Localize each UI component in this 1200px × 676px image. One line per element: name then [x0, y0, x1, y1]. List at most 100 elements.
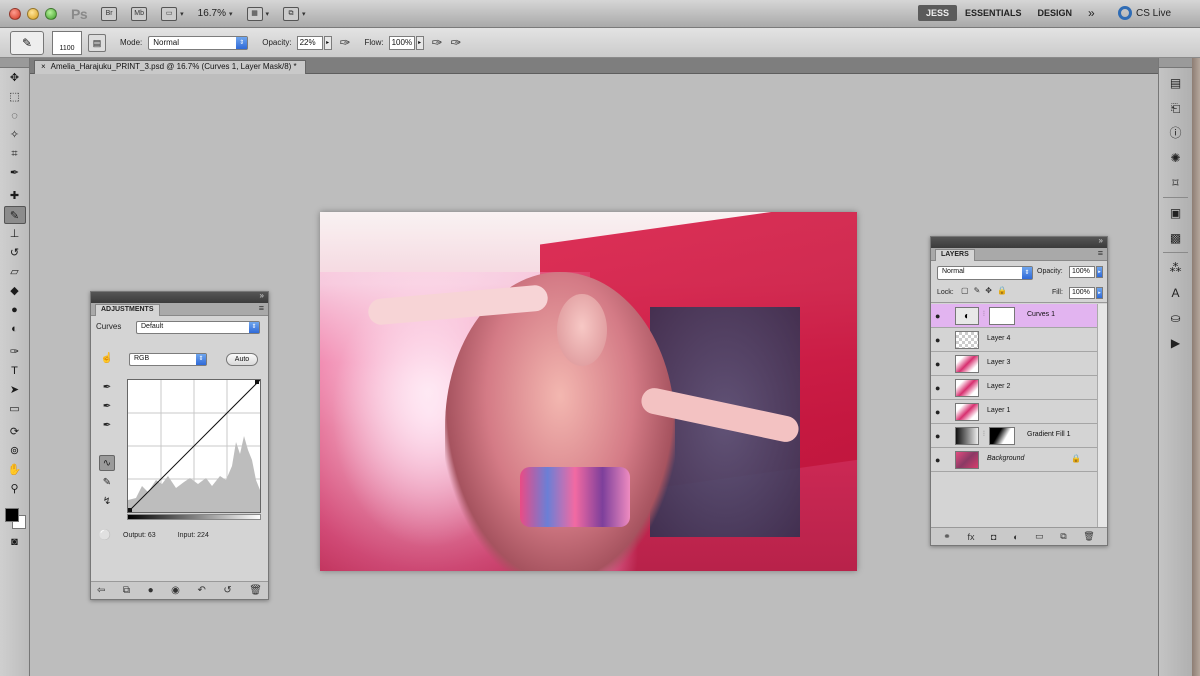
foreground-color-swatch[interactable] [4, 508, 19, 522]
layer-row-curves-1[interactable]: ● ◐ ⫶ Curves 1 [931, 304, 1097, 328]
color-swatches[interactable] [2, 502, 28, 532]
chevron-down-icon[interactable]: ▾ [266, 10, 270, 18]
document-canvas[interactable] [320, 212, 857, 571]
layer-row-gradient-fill-1[interactable]: ● ⫶ Gradient Fill 1 [931, 424, 1097, 448]
healing-brush-tool-icon[interactable]: ✚ [4, 187, 26, 205]
lock-all-icon[interactable]: 🔒 [997, 286, 1007, 295]
opacity-field[interactable]: 22% [296, 35, 323, 50]
tab-layers[interactable]: LAYERS [935, 249, 975, 261]
fill-slider-toggle[interactable]: ▸ [1096, 287, 1103, 299]
document-tab[interactable]: × Amelia_Harajuku_PRINT_3.psd @ 16.7% (Cu… [34, 60, 306, 74]
chevron-down-icon[interactable]: ▾ [229, 10, 233, 18]
brush-panel-toggle[interactable]: ▤ [88, 33, 106, 52]
layer-row-layer-4[interactable]: ● Layer 4 [931, 328, 1097, 352]
edit-points-curve-icon[interactable]: ∿ [99, 455, 115, 471]
pressure-size-icon[interactable]: ✑ [451, 35, 462, 51]
chevron-down-icon[interactable]: ▾ [302, 10, 306, 18]
curves-graph[interactable] [127, 379, 261, 513]
flow-field[interactable]: 100% [388, 35, 415, 50]
eye-icon[interactable]: ● [935, 335, 940, 345]
workspace-essentials[interactable]: ESSENTIALS [957, 5, 1030, 21]
clip-to-layer-icon[interactable]: ⚪ [97, 528, 113, 544]
type-tool-icon[interactable]: T [4, 362, 26, 380]
return-to-list-icon[interactable]: ⇦ [97, 585, 105, 596]
new-group-icon[interactable]: ▭ [1035, 531, 1044, 542]
curve-point[interactable] [255, 380, 259, 384]
mode-select[interactable]: Normal ⇕ [148, 35, 249, 50]
character-panel-icon[interactable]: A [1165, 283, 1187, 303]
tool-preset-picker[interactable]: ✎ [10, 30, 44, 55]
close-icon[interactable]: × [41, 62, 46, 71]
eyedropper-tool-icon[interactable]: ✒ [4, 164, 26, 182]
panel-titlebar[interactable]: » [91, 291, 268, 303]
eye-icon[interactable]: ● [935, 431, 940, 441]
layer-opacity-field[interactable]: 100% [1069, 266, 1095, 278]
panel-grip[interactable] [1159, 58, 1192, 68]
eraser-tool-icon[interactable]: ▱ [4, 263, 26, 281]
more-workspaces-button[interactable]: » [1080, 6, 1103, 20]
tab-adjustments[interactable]: ADJUSTMENTS [95, 304, 160, 316]
zoom-window-button[interactable] [45, 7, 57, 20]
panel-menu-icon[interactable]: ≡ [1098, 248, 1103, 258]
mini-bridge-panel-icon[interactable]: ▤ [1165, 73, 1187, 93]
quick-selection-tool-icon[interactable]: ✧ [4, 126, 26, 144]
view-previous-state-icon[interactable]: ↶ [197, 585, 205, 596]
flow-slider-toggle[interactable]: ▸ [415, 35, 424, 50]
collapse-icon[interactable]: » [1099, 236, 1103, 245]
history-panel-icon[interactable]: ⎗ [1165, 98, 1187, 118]
navigator-panel-icon[interactable]: ✺ [1165, 148, 1187, 168]
launch-bridge-button[interactable]: Br [101, 6, 118, 21]
panel-titlebar[interactable]: » [931, 236, 1107, 248]
draw-curve-pencil-icon[interactable]: ✎ [99, 475, 115, 491]
zoom-tool-icon[interactable]: ⚲ [4, 480, 26, 498]
add-mask-icon[interactable]: ◘ [991, 532, 996, 542]
arrange-documents-button[interactable]: ▦ [246, 6, 263, 21]
3d-rotate-tool-icon[interactable]: ⟳ [4, 423, 26, 441]
info-panel-icon[interactable]: ⓘ [1165, 123, 1187, 143]
new-adjustment-layer-icon[interactable]: ◐ [1013, 532, 1018, 542]
opacity-slider-toggle[interactable]: ▸ [323, 35, 332, 50]
launch-mini-bridge-button[interactable]: Mb [131, 6, 148, 21]
rectangle-tool-icon[interactable]: ▭ [4, 400, 26, 418]
on-image-adjust-icon[interactable]: ☝ [99, 351, 115, 367]
eye-icon[interactable]: ● [935, 359, 940, 369]
move-tool-icon[interactable]: ✥ [4, 69, 26, 87]
workspace-design[interactable]: DESIGN [1030, 5, 1081, 21]
actions-panel-icon[interactable]: ▶ [1165, 333, 1187, 353]
screen-mode-button[interactable]: ⧉ [283, 6, 300, 21]
lasso-tool-icon[interactable]: ◌ [4, 107, 26, 125]
dodge-tool-icon[interactable]: ◐ [4, 320, 26, 338]
visibility-toggle-icon[interactable]: ◉ [171, 585, 180, 596]
cs-live-button[interactable]: CS Live [1118, 6, 1171, 20]
animation-panel-icon[interactable]: ▩ [1165, 228, 1187, 248]
minimize-window-button[interactable] [27, 7, 39, 20]
eye-icon[interactable]: ● [935, 455, 940, 465]
layer-mask-thumbnail[interactable] [989, 427, 1015, 445]
lock-transparent-icon[interactable]: ▢ [961, 286, 969, 295]
lock-position-icon[interactable]: ✥ [985, 286, 992, 295]
clone-stamp-tool-icon[interactable]: ⊥ [4, 225, 26, 243]
blur-tool-icon[interactable]: ● [4, 301, 26, 319]
link-icon[interactable]: ⫶ [983, 431, 985, 439]
eye-icon[interactable]: ● [935, 407, 940, 417]
new-layer-icon[interactable]: ⧉ [1060, 531, 1066, 542]
smooth-curve-icon[interactable]: ↯ [99, 494, 115, 510]
blend-mode-select[interactable]: Normal ⇕ [937, 266, 1033, 280]
white-point-eyedropper-icon[interactable]: ✒ [99, 418, 115, 434]
layer-row-background[interactable]: ● Background 🔒 [931, 448, 1097, 472]
brush-preset-picker[interactable]: 1100 [52, 30, 82, 55]
zoom-level-readout[interactable]: 16.7% [198, 8, 226, 19]
link-icon[interactable]: ⫶ [983, 311, 985, 319]
auto-button[interactable]: Auto [226, 353, 258, 366]
layer-opacity-slider-toggle[interactable]: ▸ [1096, 266, 1103, 278]
layer-row-layer-2[interactable]: ● Layer 2 [931, 376, 1097, 400]
3d-orbit-tool-icon[interactable]: ⊚ [4, 442, 26, 460]
link-layers-icon[interactable]: ⚭ [943, 531, 951, 542]
collapse-icon[interactable]: » [260, 291, 264, 300]
gray-point-eyedropper-icon[interactable]: ✒ [99, 399, 115, 415]
paint-bucket-tool-icon[interactable]: ◆ [4, 282, 26, 300]
curve-point[interactable] [128, 508, 132, 512]
expand-view-icon[interactable]: ⧉ [123, 585, 130, 596]
marquee-tool-icon[interactable]: ⬚ [4, 88, 26, 106]
channel-select[interactable]: RGB ⇕ [129, 353, 207, 366]
